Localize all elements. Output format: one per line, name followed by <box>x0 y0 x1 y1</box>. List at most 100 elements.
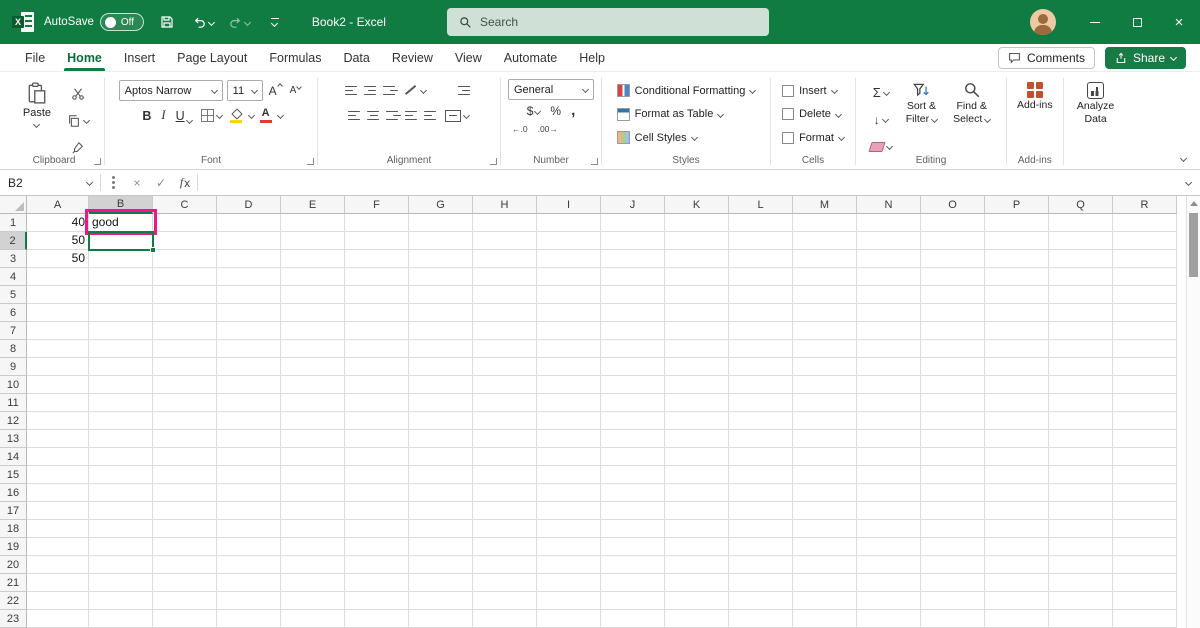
cell-F20[interactable] <box>345 556 409 574</box>
cell-P8[interactable] <box>985 340 1049 358</box>
cell-J11[interactable] <box>601 394 665 412</box>
fill-color-button[interactable] <box>228 109 245 123</box>
clipboard-dialog-launcher-icon[interactable] <box>94 158 101 165</box>
cell-Q17[interactable] <box>1049 502 1113 520</box>
cell-D16[interactable] <box>217 484 281 502</box>
cell-I5[interactable] <box>537 286 601 304</box>
cell-H2[interactable] <box>473 232 537 250</box>
cell-D1[interactable] <box>217 214 281 232</box>
cell-K19[interactable] <box>665 538 729 556</box>
paste-button[interactable]: Paste <box>17 80 57 129</box>
cell-H16[interactable] <box>473 484 537 502</box>
column-header-C[interactable]: C <box>153 196 217 214</box>
cell-B3[interactable] <box>89 250 153 268</box>
cell-P9[interactable] <box>985 358 1049 376</box>
row-header-13[interactable]: 13 <box>0 430 27 448</box>
top-align-button[interactable] <box>345 84 360 98</box>
percent-style-button[interactable]: % <box>547 104 564 118</box>
cell-B13[interactable] <box>89 430 153 448</box>
cell-H19[interactable] <box>473 538 537 556</box>
column-header-E[interactable]: E <box>281 196 345 214</box>
cell-O5[interactable] <box>921 286 985 304</box>
cell-A8[interactable] <box>27 340 89 358</box>
cell-G6[interactable] <box>409 304 473 322</box>
cell-R18[interactable] <box>1113 520 1177 538</box>
cell-Q12[interactable] <box>1049 412 1113 430</box>
cell-P7[interactable] <box>985 322 1049 340</box>
row-header-7[interactable]: 7 <box>0 322 27 340</box>
cell-A2[interactable]: 50 <box>27 232 89 250</box>
cell-P5[interactable] <box>985 286 1049 304</box>
cell-E8[interactable] <box>281 340 345 358</box>
row-header-14[interactable]: 14 <box>0 448 27 466</box>
cell-O4[interactable] <box>921 268 985 286</box>
align-center-button[interactable] <box>367 109 382 123</box>
row-header-21[interactable]: 21 <box>0 574 27 592</box>
cell-K13[interactable] <box>665 430 729 448</box>
analyze-data-button[interactable]: Analyze Data <box>1073 78 1118 126</box>
cell-N22[interactable] <box>857 592 921 610</box>
increase-font-size-button[interactable]: A <box>267 84 284 98</box>
cell-I23[interactable] <box>537 610 601 628</box>
cell-L21[interactable] <box>729 574 793 592</box>
cell-H17[interactable] <box>473 502 537 520</box>
cell-H23[interactable] <box>473 610 537 628</box>
cell-C22[interactable] <box>153 592 217 610</box>
cell-I12[interactable] <box>537 412 601 430</box>
cell-Q13[interactable] <box>1049 430 1113 448</box>
cell-O21[interactable] <box>921 574 985 592</box>
cell-P21[interactable] <box>985 574 1049 592</box>
cell-A23[interactable] <box>27 610 89 628</box>
cell-N8[interactable] <box>857 340 921 358</box>
cell-F17[interactable] <box>345 502 409 520</box>
cell-O11[interactable] <box>921 394 985 412</box>
cell-C19[interactable] <box>153 538 217 556</box>
cell-R12[interactable] <box>1113 412 1177 430</box>
cell-F1[interactable] <box>345 214 409 232</box>
fill-button[interactable]: ↓ <box>868 109 894 130</box>
cell-R15[interactable] <box>1113 466 1177 484</box>
font-dialog-launcher-icon[interactable] <box>307 158 314 165</box>
cell-G7[interactable] <box>409 322 473 340</box>
cell-H14[interactable] <box>473 448 537 466</box>
cell-R10[interactable] <box>1113 376 1177 394</box>
comments-button[interactable]: Comments <box>998 47 1095 69</box>
cell-F16[interactable] <box>345 484 409 502</box>
cell-L11[interactable] <box>729 394 793 412</box>
cell-N6[interactable] <box>857 304 921 322</box>
cell-R16[interactable] <box>1113 484 1177 502</box>
cell-P10[interactable] <box>985 376 1049 394</box>
cell-B12[interactable] <box>89 412 153 430</box>
cell-H4[interactable] <box>473 268 537 286</box>
cell-I20[interactable] <box>537 556 601 574</box>
cell-A4[interactable] <box>27 268 89 286</box>
cell-N10[interactable] <box>857 376 921 394</box>
cell-O2[interactable] <box>921 232 985 250</box>
cell-J13[interactable] <box>601 430 665 448</box>
cell-O8[interactable] <box>921 340 985 358</box>
increase-indent-button[interactable] <box>424 109 439 123</box>
column-header-Q[interactable]: Q <box>1049 196 1113 214</box>
redo-button[interactable] <box>226 9 252 35</box>
cell-H3[interactable] <box>473 250 537 268</box>
cell-D14[interactable] <box>217 448 281 466</box>
cell-B21[interactable] <box>89 574 153 592</box>
cell-C17[interactable] <box>153 502 217 520</box>
cell-D11[interactable] <box>217 394 281 412</box>
cell-L6[interactable] <box>729 304 793 322</box>
search-input[interactable]: Search <box>447 8 769 36</box>
cell-K2[interactable] <box>665 232 729 250</box>
cell-M1[interactable] <box>793 214 857 232</box>
cell-K18[interactable] <box>665 520 729 538</box>
cell-I15[interactable] <box>537 466 601 484</box>
cell-I6[interactable] <box>537 304 601 322</box>
cell-E1[interactable] <box>281 214 345 232</box>
scroll-up-icon[interactable] <box>1187 196 1200 211</box>
cell-C16[interactable] <box>153 484 217 502</box>
cell-J3[interactable] <box>601 250 665 268</box>
cell-N7[interactable] <box>857 322 921 340</box>
cell-N14[interactable] <box>857 448 921 466</box>
cell-L5[interactable] <box>729 286 793 304</box>
number-format-select[interactable]: General <box>508 79 594 100</box>
cell-B20[interactable] <box>89 556 153 574</box>
